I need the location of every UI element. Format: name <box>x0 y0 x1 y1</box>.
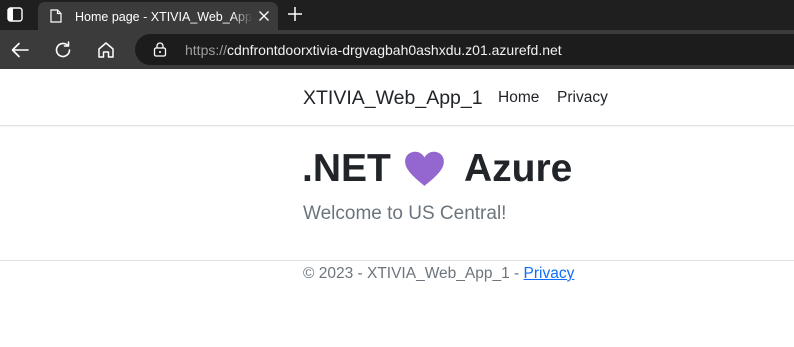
welcome-subtitle: Welcome to US Central! <box>303 203 507 224</box>
browser-tab-active[interactable]: Home page - XTIVIA_Web_App_1 <box>38 2 278 30</box>
page-favicon-icon <box>50 9 62 23</box>
tab-actions-icon[interactable] <box>7 7 23 22</box>
browser-tab-strip: Home page - XTIVIA_Web_App_1 <box>0 0 794 30</box>
footer-privacy-link[interactable]: Privacy <box>524 265 575 282</box>
reload-icon[interactable] <box>53 40 73 60</box>
brand-link[interactable]: XTIVIA_Web_App_1 <box>303 87 483 109</box>
new-tab-icon[interactable] <box>287 6 303 22</box>
site-footer: © 2023 - XTIVIA_Web_App_1 - Privacy <box>0 260 794 300</box>
heading-azure: Azure <box>464 147 573 190</box>
nav-link-privacy[interactable]: Privacy <box>557 89 608 107</box>
address-bar[interactable]: https://cdnfrontdoorxtivia-drgvagbah0ash… <box>135 34 794 65</box>
tab-title: Home page - XTIVIA_Web_App_1 <box>75 10 253 24</box>
close-tab-icon[interactable] <box>258 10 270 22</box>
home-icon[interactable] <box>96 40 116 60</box>
url-host: cdnfrontdoorxtivia-drgvagbah0ashxdu.z01.… <box>227 42 562 58</box>
lock-icon[interactable] <box>153 42 167 57</box>
back-arrow-icon[interactable] <box>10 40 30 60</box>
url-text[interactable]: https://cdnfrontdoorxtivia-drgvagbah0ash… <box>185 42 562 58</box>
site-navbar: XTIVIA_Web_App_1 Home Privacy <box>0 69 794 126</box>
nav-link-home[interactable]: Home <box>498 89 539 107</box>
url-scheme: https:// <box>185 42 228 58</box>
heading-dotnet: .NET <box>302 147 391 190</box>
heart-icon <box>405 151 444 186</box>
footer-copyright: © 2023 - XTIVIA_Web_App_1 - <box>303 265 524 282</box>
footer-text: © 2023 - XTIVIA_Web_App_1 - Privacy <box>303 265 574 283</box>
browser-toolbar: https://cdnfrontdoorxtivia-drgvagbah0ash… <box>0 30 794 69</box>
